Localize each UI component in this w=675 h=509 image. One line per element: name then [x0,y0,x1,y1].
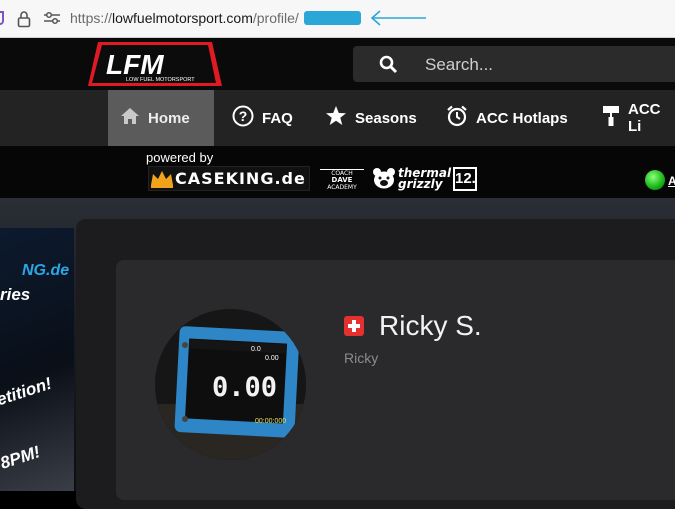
logo-subtitle: LOW FUEL MOTORSPORT [126,77,195,83]
search-input[interactable]: Search... [425,55,493,75]
coach-line3: ACADEMY [327,184,357,191]
main-nav: Home ? FAQ Seasons ACC Hotlaps ACC Li [0,90,675,146]
banner-text-2: ries [0,285,31,304]
annotation-arrow-icon [370,9,428,32]
alarm-clock-icon [446,105,468,131]
home-icon [120,107,140,129]
display-speed: 0.00 [212,372,277,403]
promo-banner[interactable]: NG.de ries etition! 8PM! [0,228,74,491]
coach-line2: DAVE [331,176,353,184]
nav-item-acc-li[interactable]: ACC Li [590,90,675,146]
nav-label-acc-hotlaps: ACC Hotlaps [476,109,568,127]
nav-label-faq: FAQ [262,109,293,127]
browser-address-bar[interactable]: https://lowfuelmotorsport.com/profile/ [0,0,675,38]
search-icon[interactable] [379,55,398,79]
profile-name: Ricky S. [379,310,482,341]
nav-label-acc-li: ACC Li [628,101,661,135]
caseking-logo[interactable]: CASEKING.de [148,166,310,191]
question-circle-icon: ? [232,105,254,131]
nav-item-home[interactable]: Home [108,90,214,146]
powered-by-label: powered by [146,150,214,165]
twelve-logo[interactable]: 12. [453,167,477,191]
search-box[interactable]: Search... [353,46,675,82]
display-time: 00:00:000 [255,418,286,425]
logo-text: LFM [106,49,164,80]
swiss-flag-icon [344,316,364,336]
banner-text-4: 8PM! [0,442,43,473]
nav-label-home: Home [148,109,190,127]
coach-dave-academy-logo[interactable]: COACH DAVE ACADEMY [320,169,364,191]
url-prefix: https:// [70,10,113,26]
lfm-logo[interactable]: LFM LOW FUEL MOTORSPORT [84,40,226,93]
nav-label-seasons: Seasons [355,109,417,127]
bear-icon [372,167,396,194]
display-small-2: 0.00 [265,355,279,362]
banner-text-1: NG.de [22,262,70,279]
url-text[interactable]: https://lowfuelmotorsport.com/profile/ [70,10,299,26]
nav-item-acc-hotlaps[interactable]: ACC Hotlaps [434,90,580,146]
lock-icon[interactable] [17,10,31,33]
url-domain: lowfuelmotorsport.com [112,10,253,26]
url-path: /profile/ [252,10,299,26]
tracking-shield-icon[interactable] [0,11,4,25]
profile-first-name: Ricky [344,350,379,366]
avatar[interactable]: 0.0 0.00 0.00 00:00:000 [155,309,306,460]
online-status-link[interactable]: A [668,174,675,188]
star-icon [325,105,347,131]
permissions-icon[interactable] [43,11,61,30]
paint-roller-icon [602,105,620,131]
thermal-grizzly-logo[interactable]: thermal grizzly [398,167,451,191]
thermal-line2: grizzly [398,177,443,191]
nav-item-seasons[interactable]: Seasons [313,90,429,146]
nav-item-faq[interactable]: ? FAQ [220,90,305,146]
svg-text:?: ? [239,108,248,124]
online-status-icon [645,170,665,190]
caseking-text: CASEKING.de [175,169,306,188]
banner-text-3: etition! [0,373,55,410]
display-small-1: 0.0 [251,346,261,353]
crown-icon [151,170,173,188]
redacted-profile-id [304,11,361,25]
